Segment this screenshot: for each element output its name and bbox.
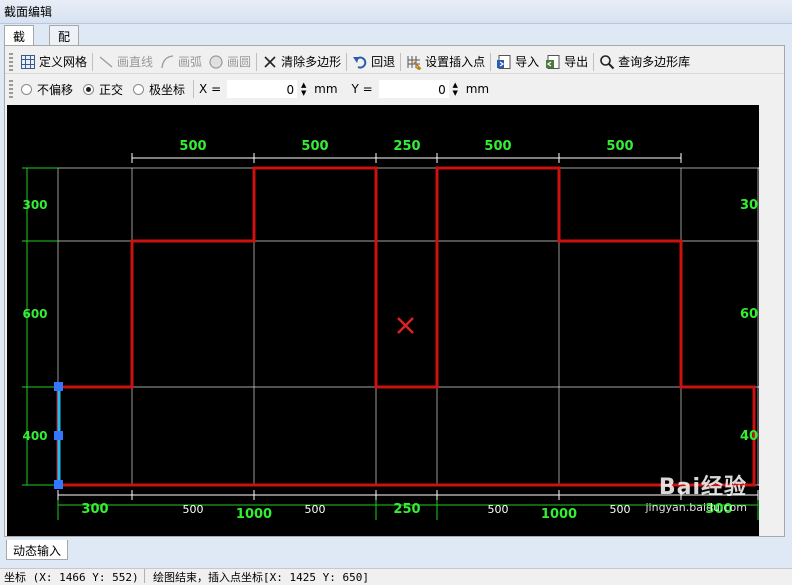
insert-point-icon bbox=[406, 54, 422, 71]
dimension-lines bbox=[57, 153, 759, 500]
export-icon bbox=[545, 54, 561, 70]
window-title: 截面编辑 bbox=[0, 0, 792, 24]
no-offset-label: 不偏移 bbox=[37, 82, 74, 97]
orthogonal-label: 正交 bbox=[99, 82, 124, 97]
right-dim-label: 30 bbox=[740, 198, 758, 213]
options-grip[interactable] bbox=[9, 80, 13, 98]
section-panel: 定义网格 画直线 画弧 画圆 清除多边形 回退 设置插入点 导入 导出 查询多边… bbox=[4, 45, 785, 537]
draw-line-button[interactable]: 画直线 bbox=[95, 51, 156, 73]
draw-line-label: 画直线 bbox=[117, 55, 154, 69]
toolbar-separator bbox=[593, 52, 595, 71]
insert-point-marker bbox=[397, 317, 414, 334]
drawing-canvas[interactable]: 500 500 250 500 500 300 500 500 250 500 … bbox=[7, 105, 759, 536]
vertex-handle bbox=[54, 382, 63, 391]
toolbar-separator bbox=[490, 52, 492, 71]
polar-label: 极坐标 bbox=[149, 82, 186, 97]
right-dim-label: 60 bbox=[740, 307, 758, 322]
bottom-dim-total-label: 1000 bbox=[236, 507, 272, 522]
orthogonal-radio[interactable] bbox=[83, 83, 95, 95]
polar-radio[interactable] bbox=[133, 83, 145, 95]
draw-arc-label: 画弧 bbox=[178, 55, 203, 69]
top-dim-label: 500 bbox=[606, 139, 633, 154]
draw-circle-button[interactable]: 画圆 bbox=[205, 51, 254, 73]
query-polygon-lib-label: 查询多边形库 bbox=[618, 55, 691, 69]
left-dim-label: 300 bbox=[22, 198, 47, 212]
spin-up-icon[interactable]: ▲ bbox=[301, 81, 306, 89]
y-label: Y = bbox=[351, 82, 373, 96]
search-icon bbox=[599, 54, 615, 70]
watermark-url: jingyan.baidu.com bbox=[645, 501, 747, 514]
options-separator bbox=[193, 80, 195, 98]
tab-reinforcement[interactable]: 配筋 bbox=[49, 25, 80, 61]
vertex-handle bbox=[54, 431, 63, 440]
clear-polygon-label: 清除多边形 bbox=[281, 55, 342, 69]
vertex-handle bbox=[54, 480, 63, 489]
status-separator bbox=[144, 569, 145, 583]
spin-down-icon[interactable]: ▼ bbox=[301, 89, 306, 97]
y-spinner[interactable]: ▲ ▼ bbox=[451, 80, 460, 98]
toolbar-separator bbox=[346, 52, 348, 71]
import-button[interactable]: 导入 bbox=[493, 51, 542, 73]
watermark-logo: Bai经验 bbox=[658, 475, 747, 500]
status-coords: 坐标 (X: 1466 Y: 552) bbox=[4, 571, 139, 584]
right-dim-label: 40 bbox=[740, 429, 758, 444]
x-unit: mm bbox=[314, 82, 338, 96]
bottom-dim-label: 500 bbox=[610, 503, 631, 516]
bottom-dim-total-label: 1000 bbox=[541, 507, 577, 522]
left-dimension-labels: 300 600 400 bbox=[22, 198, 47, 443]
undo-icon bbox=[352, 54, 368, 70]
arc-icon bbox=[159, 54, 175, 70]
close-x-icon bbox=[262, 54, 278, 70]
x-label: X = bbox=[199, 82, 222, 96]
y-unit: mm bbox=[465, 82, 490, 96]
toolbar-separator bbox=[256, 52, 258, 71]
export-button[interactable]: 导出 bbox=[542, 51, 591, 73]
clear-polygon-button[interactable]: 清除多边形 bbox=[259, 51, 344, 73]
circle-icon bbox=[208, 54, 224, 70]
query-polygon-lib-button[interactable]: 查询多边形库 bbox=[596, 51, 693, 73]
toolbar: 定义网格 画直线 画弧 画圆 清除多边形 回退 设置插入点 导入 导出 查询多边… bbox=[5, 50, 784, 74]
y-input[interactable]: 0 bbox=[378, 80, 449, 98]
options-bar: 不偏移 正交 极坐标 X = 0 ▲ ▼ mm Y = 0 ▲ ▼ mm bbox=[5, 77, 784, 101]
set-insert-point-button[interactable]: 设置插入点 bbox=[403, 51, 488, 73]
undo-label: 回退 bbox=[371, 55, 396, 69]
tab-section[interactable]: 截面 bbox=[4, 25, 35, 61]
bottom-dim-label: 250 bbox=[393, 502, 420, 517]
x-input[interactable]: 0 bbox=[227, 80, 298, 98]
toolbar-separator bbox=[92, 52, 94, 71]
section-editor-window: 截面编辑 截面 配筋 定义网格 画直线 bbox=[0, 0, 792, 584]
top-dim-label: 500 bbox=[301, 139, 328, 154]
define-grid-label: 定义网格 bbox=[39, 55, 88, 69]
no-offset-radio[interactable] bbox=[21, 83, 32, 95]
toolbar-separator bbox=[400, 52, 402, 71]
tab-dynamic-input[interactable]: 动态输入 bbox=[6, 540, 69, 560]
status-message: 绘图结束，插入点坐标[X: 1425 Y: 650] bbox=[153, 571, 369, 584]
top-dim-label: 250 bbox=[393, 139, 420, 154]
toolbar-grip[interactable] bbox=[9, 52, 13, 71]
status-bar: 坐标 (X: 1466 Y: 552) 绘图结束，插入点坐标[X: 1425 Y… bbox=[0, 568, 792, 584]
spin-down-icon[interactable]: ▼ bbox=[453, 89, 458, 97]
top-dimension-labels: 500 500 250 500 500 bbox=[179, 139, 633, 154]
undo-button[interactable]: 回退 bbox=[349, 51, 398, 73]
top-dim-label: 500 bbox=[484, 139, 511, 154]
set-insert-point-label: 设置插入点 bbox=[425, 55, 486, 69]
export-label: 导出 bbox=[564, 55, 589, 69]
line-icon bbox=[98, 54, 114, 70]
draw-circle-label: 画圆 bbox=[227, 55, 252, 69]
define-grid-button[interactable]: 定义网格 bbox=[17, 51, 90, 73]
bottom-dim-label: 500 bbox=[488, 503, 509, 516]
baidu-watermark: Bai经验 jingyan.baidu.com bbox=[645, 469, 747, 514]
bottom-dim-label: 300 bbox=[81, 502, 108, 517]
spin-up-icon[interactable]: ▲ bbox=[453, 81, 458, 89]
bottom-dim-label: 500 bbox=[305, 503, 326, 516]
draw-arc-button[interactable]: 画弧 bbox=[156, 51, 205, 73]
grid-icon bbox=[20, 54, 36, 70]
top-dim-label: 500 bbox=[179, 139, 206, 154]
left-dim-label: 400 bbox=[22, 429, 47, 443]
x-spinner[interactable]: ▲ ▼ bbox=[299, 80, 308, 98]
left-dim-label: 600 bbox=[22, 307, 47, 321]
import-icon bbox=[496, 54, 512, 70]
import-label: 导入 bbox=[515, 55, 540, 69]
bottom-dim-label: 500 bbox=[183, 503, 204, 516]
